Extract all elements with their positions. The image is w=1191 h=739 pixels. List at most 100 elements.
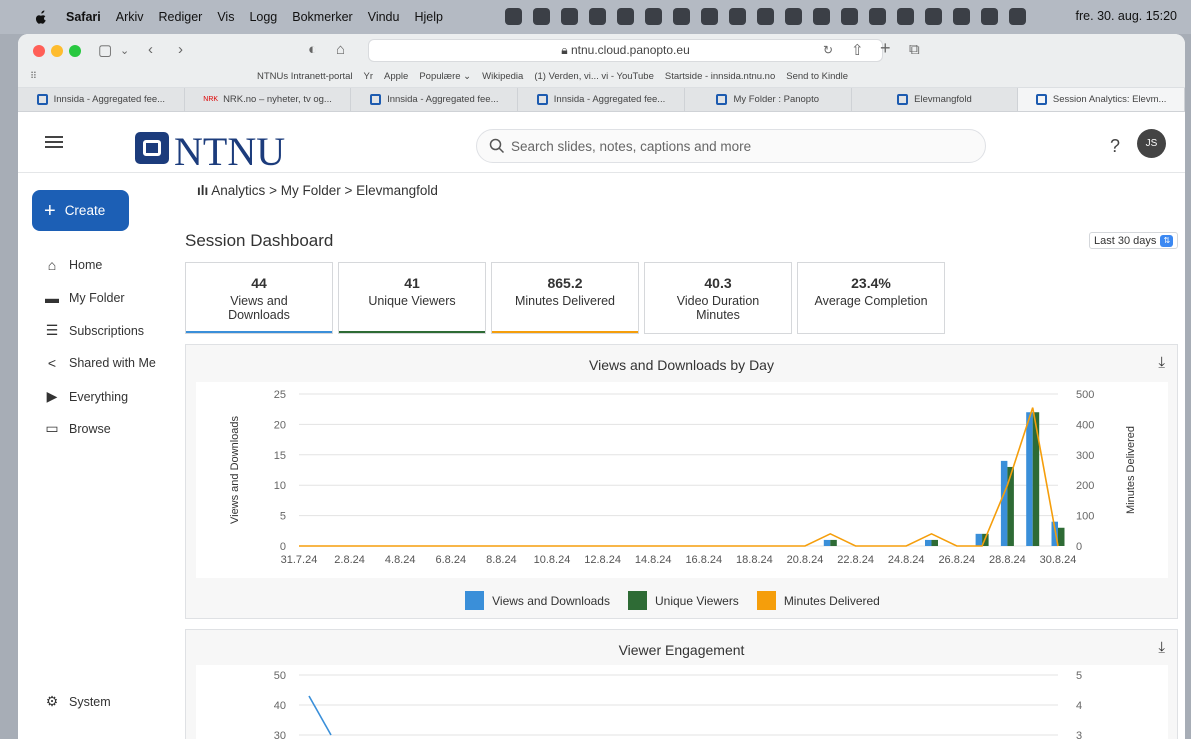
favorite-link[interactable]: Yr bbox=[364, 71, 374, 82]
tray-app-icon[interactable] bbox=[533, 8, 550, 25]
favorite-link[interactable]: NTNUs Intranett-portal bbox=[257, 71, 353, 82]
hamburger-menu-icon[interactable] bbox=[45, 136, 63, 138]
share-icon[interactable]: ⇧ bbox=[851, 41, 864, 59]
new-tab-icon[interactable]: + bbox=[880, 38, 891, 59]
logo-text[interactable]: NTNU bbox=[174, 128, 285, 175]
browser-tab-active[interactable]: Session Analytics: Elevm... bbox=[1018, 88, 1185, 111]
tray-app-icon[interactable] bbox=[701, 8, 718, 25]
stat-card[interactable]: 44 Views and Downloads bbox=[185, 262, 333, 334]
legend-item[interactable]: Unique Viewers bbox=[627, 591, 739, 610]
bar bbox=[1026, 412, 1033, 546]
apple-icon[interactable] bbox=[34, 10, 48, 24]
menu-item-rediger[interactable]: Rediger bbox=[159, 10, 203, 24]
tray-app-icon[interactable] bbox=[617, 8, 634, 25]
tray-app-icon[interactable] bbox=[645, 8, 662, 25]
tray-app-icon[interactable] bbox=[729, 8, 746, 25]
stat-card[interactable]: 40.3 Video Duration Minutes bbox=[644, 262, 792, 334]
breadcrumb-separator-icon: > bbox=[344, 183, 357, 198]
breadcrumb-separator-icon: > bbox=[269, 183, 281, 198]
grid-icon[interactable]: ⠿ bbox=[30, 71, 37, 82]
close-window-button[interactable] bbox=[33, 45, 45, 57]
home-icon[interactable]: ⌂ bbox=[336, 41, 345, 58]
siri-icon[interactable] bbox=[1009, 8, 1026, 25]
legend-item[interactable]: Minutes Delivered bbox=[756, 591, 880, 610]
sidebar-item-everything[interactable]: ▶ Everything bbox=[44, 388, 128, 405]
battery-icon[interactable] bbox=[813, 8, 830, 25]
favorite-link[interactable]: Apple bbox=[384, 71, 408, 82]
download-icon[interactable]: ⤓ bbox=[1158, 354, 1165, 371]
tray-app-icon[interactable] bbox=[869, 8, 886, 25]
spotlight-icon[interactable] bbox=[953, 8, 970, 25]
breadcrumb: ılı Analytics > My Folder > Elevmangfold bbox=[197, 183, 438, 198]
menu-item-bokmerker[interactable]: Bokmerker bbox=[292, 10, 352, 24]
stat-card[interactable]: 41 Unique Viewers bbox=[338, 262, 486, 334]
help-button[interactable]: ? bbox=[1110, 136, 1120, 157]
ntnu-logo-icon[interactable] bbox=[135, 132, 169, 164]
menu-clock[interactable]: fre. 30. aug. 15:20 bbox=[1076, 9, 1177, 23]
engagement-chart-card: Viewer Engagement ⤓ 30 40 50 5 4 3 bbox=[185, 629, 1178, 739]
bluetooth-icon[interactable] bbox=[785, 8, 802, 25]
favorite-link[interactable]: Send to Kindle bbox=[786, 71, 848, 82]
favorite-link[interactable]: Wikipedia bbox=[482, 71, 523, 82]
browser-tab[interactable]: NRK NRK.no – nyheter, tv og... bbox=[185, 88, 352, 111]
breadcrumb-item[interactable]: My Folder bbox=[281, 183, 341, 198]
wifi-icon[interactable] bbox=[841, 8, 858, 25]
y2-tick-label: 3 bbox=[1076, 730, 1082, 739]
stat-card[interactable]: 865.2 Minutes Delivered bbox=[491, 262, 639, 334]
back-icon[interactable]: ‹ bbox=[148, 41, 153, 58]
chart-title: Viewer Engagement bbox=[618, 642, 745, 658]
y2-tick-label: 400 bbox=[1076, 419, 1094, 431]
breadcrumb-item[interactable]: Analytics bbox=[211, 183, 265, 198]
breadcrumb-item[interactable]: Elevmangfold bbox=[356, 183, 438, 198]
browser-tab[interactable]: My Folder : Panopto bbox=[685, 88, 852, 111]
zoom-window-button[interactable] bbox=[69, 45, 81, 57]
address-bar[interactable]: 🔒︎ ntnu.cloud.panopto.eu bbox=[368, 39, 883, 62]
menu-item-hjelp[interactable]: Hjelp bbox=[414, 10, 443, 24]
favorite-link[interactable]: Populære ⌄ bbox=[419, 71, 471, 82]
sidebar-item-browse[interactable]: ▭ Browse bbox=[44, 420, 110, 437]
menu-item-arkiv[interactable]: Arkiv bbox=[116, 10, 144, 24]
create-button[interactable]: + Create bbox=[32, 190, 129, 231]
chevron-down-icon[interactable]: ⌄ bbox=[120, 44, 129, 57]
bar bbox=[823, 539, 831, 546]
browser-tab[interactable]: Innsida - Aggregated fee... bbox=[518, 88, 685, 111]
avatar[interactable]: JS bbox=[1137, 129, 1166, 158]
x-tick-label: 10.8.24 bbox=[534, 554, 571, 566]
legend-item[interactable]: Views and Downloads bbox=[465, 591, 610, 610]
favorite-link[interactable]: (1) Verden, vi... vi - YouTube bbox=[534, 71, 654, 82]
sidebar-item-system[interactable]: ⚙ System bbox=[44, 693, 111, 710]
sidebar: + Create ⌂ Home ▬ My Folder ☰ Subscriptions … bbox=[18, 174, 178, 739]
menu-item-logg[interactable]: Logg bbox=[249, 10, 277, 24]
tray-app-icon[interactable] bbox=[561, 8, 578, 25]
sidebar-toggle-icon[interactable]: ▢ bbox=[98, 41, 112, 59]
tray-app-icon[interactable] bbox=[505, 8, 522, 25]
volume-icon[interactable] bbox=[757, 8, 774, 25]
tray-app-icon[interactable] bbox=[589, 8, 606, 25]
forward-icon[interactable]: › bbox=[178, 41, 183, 58]
sidebar-item-my-folder[interactable]: ▬ My Folder bbox=[44, 290, 125, 306]
privacy-shield-icon[interactable]: ◐ bbox=[308, 41, 317, 58]
browser-tab[interactable]: Elevmangfold bbox=[852, 88, 1019, 111]
browser-tab[interactable]: Innsida - Aggregated fee... bbox=[18, 88, 185, 111]
tray-app-icon[interactable] bbox=[673, 8, 690, 25]
minimize-window-button[interactable] bbox=[51, 45, 63, 57]
sidebar-item-shared[interactable]: < Shared with Me bbox=[44, 355, 156, 371]
tab-overview-icon[interactable]: ⧉ bbox=[909, 41, 920, 58]
browser-tab[interactable]: Innsida - Aggregated fee... bbox=[351, 88, 519, 111]
bar bbox=[1000, 460, 1008, 546]
time-machine-icon[interactable] bbox=[897, 8, 914, 25]
stat-card[interactable]: 23.4% Average Completion bbox=[797, 262, 945, 334]
control-center-icon[interactable] bbox=[981, 8, 998, 25]
menu-app-name[interactable]: Safari bbox=[66, 10, 101, 24]
tray-app-icon[interactable] bbox=[925, 8, 942, 25]
date-range-select[interactable]: Last 30 days ⇅ bbox=[1089, 232, 1179, 249]
menu-item-vis[interactable]: Vis bbox=[217, 10, 234, 24]
favorite-link[interactable]: Startside - innsida.ntnu.no bbox=[665, 71, 775, 82]
sidebar-item-subscriptions[interactable]: ☰ Subscriptions bbox=[44, 322, 144, 339]
sidebar-item-home[interactable]: ⌂ Home bbox=[44, 257, 103, 273]
download-icon[interactable]: ⤓ bbox=[1158, 639, 1165, 656]
menu-item-vindu[interactable]: Vindu bbox=[368, 10, 400, 24]
search-input[interactable]: Search slides, notes, captions and more bbox=[476, 129, 986, 163]
sidebar-item-label: Shared with Me bbox=[69, 356, 156, 370]
reload-icon[interactable]: ↻ bbox=[823, 43, 833, 57]
